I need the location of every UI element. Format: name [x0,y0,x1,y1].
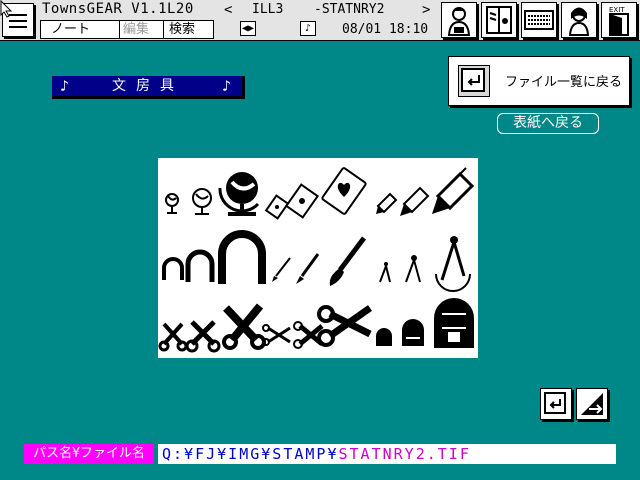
brush-icon[interactable] [329,236,366,286]
pencil-icon[interactable] [376,192,398,214]
compass-icon[interactable] [435,236,471,292]
file-label: -STATNRY2 [314,2,385,17]
path-directory: Q:¥FJ¥IMG¥STAMP¥ [162,445,339,463]
path-label: パス名¥ファイル名 [24,444,154,464]
stamp-illustrations [158,167,475,353]
back-to-file-list-button[interactable]: ファイル一覧に戻る [448,56,630,106]
path-value: Q:¥FJ¥IMG¥STAMP¥STATNRY2.TIF [158,444,616,464]
keyboard-icon[interactable] [521,2,557,38]
menu-item-edit[interactable]: 編集 [123,21,149,38]
top-menu-bar: TownsGEAR V1.1L20 ノート 編集 検索 < ILL3 -STAT… [0,0,640,41]
globe-icon[interactable] [165,193,179,214]
category-title-bar: ♪ 文房具 ♪ [52,76,245,99]
menu-row: ノート 編集 検索 [40,20,214,39]
card-icon[interactable] [321,167,367,215]
back-to-cover-button[interactable]: 表紙へ戻る [497,113,599,134]
menu-item-note[interactable]: ノート [51,21,90,38]
bag-icon[interactable] [434,298,474,348]
scissors-icon[interactable] [185,320,221,353]
return-icon [458,65,490,97]
next-page-icon[interactable] [576,388,608,420]
globe-icon[interactable] [218,172,260,216]
bag-icon[interactable] [376,328,392,346]
magnet-icon[interactable] [162,257,184,280]
book-icon[interactable] [481,2,517,38]
pencil-icon[interactable] [432,167,475,214]
brush-icon[interactable] [272,257,291,282]
scissors-icon[interactable] [317,305,373,347]
brush-icon[interactable] [296,253,320,284]
svg-text:EXIT: EXIT [609,6,625,14]
category-title: 文房具 [112,78,184,94]
page-flip-icon[interactable]: ◀▶ [240,21,256,36]
music-note-icon: ♪ [60,77,70,95]
magnet-icon[interactable] [185,249,215,282]
music-note-icon: ♪ [222,77,232,95]
app-title: TownsGEAR V1.1L20 [42,1,194,17]
next-page-button[interactable]: > [422,2,430,18]
menu-item-search[interactable]: 検索 [169,21,195,38]
stamp-image-panel [158,158,478,358]
bag-icon[interactable] [402,319,424,346]
back-to-file-list-label: ファイル一覧に戻る [505,75,623,90]
exit-icon[interactable]: EXIT [601,2,637,38]
person-icon[interactable] [441,2,477,38]
datetime: 08/01 18:10 [342,22,429,37]
pencil-icon[interactable] [400,186,430,216]
card-icon[interactable] [284,183,320,219]
lady-icon[interactable] [561,2,597,38]
return-icon[interactable] [540,388,572,420]
path-filename: STATNRY2.TIF [338,445,471,463]
scissors-icon[interactable] [262,324,291,346]
compass-icon[interactable] [405,255,421,283]
prev-page-button[interactable]: < [224,2,232,18]
magnet-icon[interactable] [218,230,266,284]
scissors-icon[interactable] [222,303,266,350]
mouse-cursor-icon [0,0,13,18]
globe-icon[interactable] [192,188,212,215]
ill-label: ILL3 [252,2,284,17]
scissors-icon[interactable] [158,322,188,352]
card-icon[interactable] [264,194,290,220]
compass-icon[interactable] [379,262,391,283]
note-icon[interactable]: ♪ [300,21,316,36]
